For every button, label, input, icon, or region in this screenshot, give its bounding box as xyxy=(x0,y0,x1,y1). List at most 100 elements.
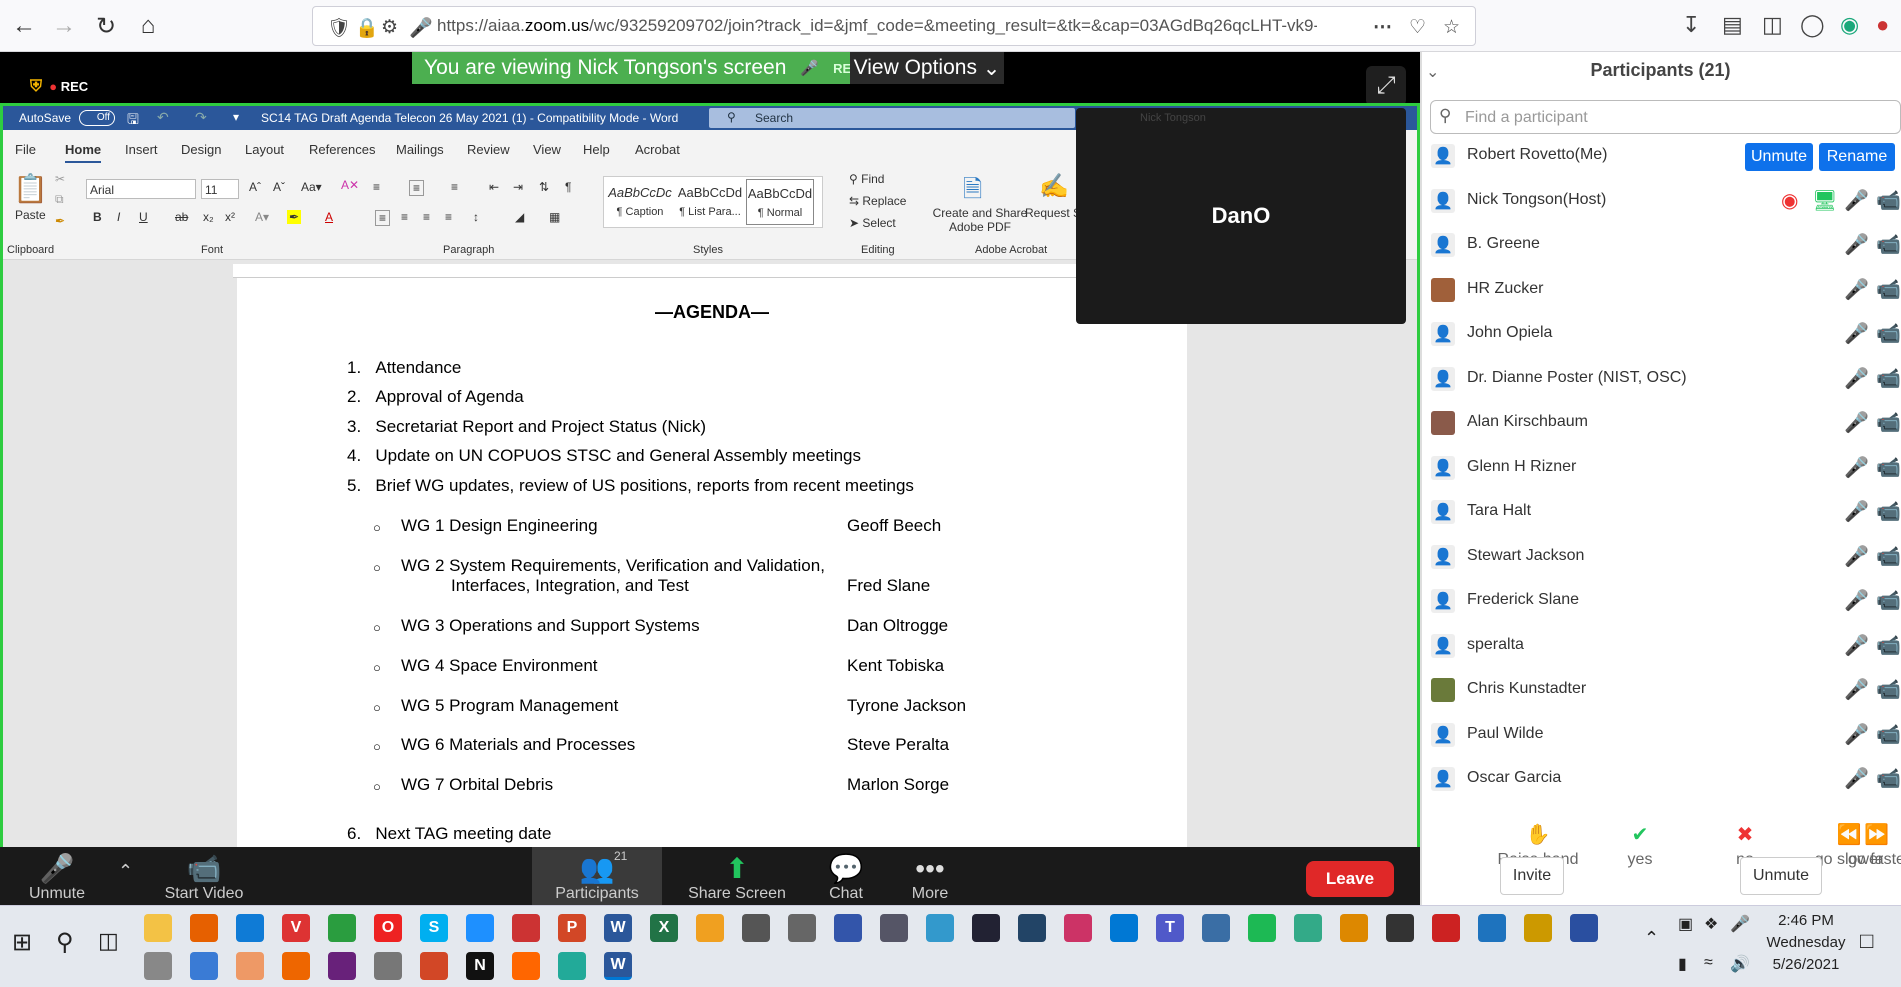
participant-row[interactable]: 👤 Dr. Dianne Poster (NIST, OSC) 🎤 📹 xyxy=(1420,358,1901,400)
undo-icon[interactable]: ↶ xyxy=(157,109,169,126)
page-actions-icon[interactable]: ⋯ xyxy=(1373,16,1392,39)
app-icon[interactable] xyxy=(880,914,908,942)
multilevel-list-icon[interactable]: ≡ xyxy=(451,180,458,194)
participant-row[interactable]: 👤 B. Greene 🎤 📹 xyxy=(1420,224,1901,266)
back-icon[interactable]: ← xyxy=(6,8,42,44)
align-center-icon[interactable]: ≡ xyxy=(401,210,408,224)
app-icon[interactable] xyxy=(1340,914,1368,942)
wifi-icon[interactable]: ≈ xyxy=(1704,954,1713,972)
firefox-icon[interactable] xyxy=(190,914,218,942)
autosave-toggle[interactable]: Off xyxy=(79,110,115,126)
style-normal[interactable]: AaBbCcDd ¶ Normal xyxy=(746,179,814,225)
mail-icon[interactable] xyxy=(1110,914,1138,942)
participant-row[interactable]: 👤 Stewart Jackson 🎤 📹 xyxy=(1420,536,1901,578)
pilcrow-icon[interactable]: ¶ xyxy=(565,180,571,194)
more-button[interactable]: ••• More xyxy=(900,847,960,905)
decrease-indent-icon[interactable]: ⇤ xyxy=(489,180,499,194)
app-icon[interactable] xyxy=(926,914,954,942)
muted-mic-icon[interactable]: 🎤 xyxy=(1844,232,1869,257)
invite-button[interactable]: Invite xyxy=(1500,857,1564,895)
app-icon[interactable] xyxy=(144,952,172,980)
dropbox-icon[interactable]: ❖ xyxy=(1704,914,1718,934)
sidebar-icon[interactable]: ◫ xyxy=(1762,12,1783,38)
view-options-button[interactable]: View Options ⌄ xyxy=(850,52,1004,84)
underline-icon[interactable]: U xyxy=(139,210,148,224)
font-color-icon[interactable]: A xyxy=(325,210,333,224)
search-icon[interactable]: ⚲ xyxy=(56,928,74,957)
tab-acrobat[interactable]: Acrobat xyxy=(635,142,680,157)
app-icon[interactable] xyxy=(420,952,448,980)
subscript-icon[interactable]: x₂ xyxy=(203,210,214,224)
app-icon[interactable] xyxy=(1386,914,1414,942)
participant-row[interactable]: 👤 speralta 🎤 📹 xyxy=(1420,625,1901,667)
participant-row[interactable]: 👤 Glenn H Rizner 🎤 📹 xyxy=(1420,447,1901,489)
font-name-select[interactable]: Arial xyxy=(86,179,196,199)
document-page[interactable]: —AGENDA— 1. Attendance 2. Approval of Ag… xyxy=(237,278,1187,847)
clear-format-icon[interactable]: A✕ xyxy=(341,178,359,192)
italic-icon[interactable]: I xyxy=(117,210,120,224)
library-icon[interactable]: ▤ xyxy=(1722,12,1743,38)
edge-icon[interactable] xyxy=(236,914,264,942)
reload-icon[interactable]: ↻ xyxy=(88,8,124,44)
app-icon[interactable] xyxy=(512,914,540,942)
justify-icon[interactable]: ≡ xyxy=(445,210,452,224)
participant-row[interactable]: 👤 Tara Halt 🎤 📹 xyxy=(1420,491,1901,533)
muted-mic-icon[interactable]: 🎤 xyxy=(1844,722,1869,747)
line-spacing-icon[interactable]: ↕ xyxy=(473,210,479,224)
skype-icon[interactable]: S xyxy=(420,914,448,942)
style-caption[interactable]: AaBbCcDc ¶ Caption xyxy=(606,179,674,225)
copy-icon[interactable]: ⧉ xyxy=(55,192,64,207)
bookmark-star-icon[interactable]: ☆ xyxy=(1443,16,1460,39)
start-video-button[interactable]: 📹 Start Video xyxy=(154,847,254,905)
participant-row[interactable]: HR Zucker 🎤 📹 xyxy=(1420,269,1901,311)
go-faster-item[interactable]: ⏩ go faster xyxy=(1848,822,1901,869)
word-active-icon[interactable]: W xyxy=(604,952,632,980)
participant-row[interactable]: 👤 John Opiela 🎤 📹 xyxy=(1420,313,1901,355)
tab-view[interactable]: View xyxy=(533,142,561,157)
numbering-icon[interactable]: ≡ xyxy=(409,180,425,196)
app-icon[interactable] xyxy=(190,952,218,980)
app-icon[interactable] xyxy=(1018,914,1046,942)
app-icon[interactable] xyxy=(282,952,310,980)
bold-icon[interactable]: B xyxy=(93,210,102,224)
tab-file[interactable]: File xyxy=(15,142,36,157)
excel-icon[interactable]: X xyxy=(650,914,678,942)
participant-row[interactable]: Chris Kunstadter 🎤 📹 xyxy=(1420,669,1901,711)
rename-button[interactable]: Rename xyxy=(1819,143,1895,171)
home-icon[interactable]: ⌂ xyxy=(130,8,166,44)
muted-mic-icon[interactable]: 🎤 xyxy=(1844,366,1869,391)
notifications-icon[interactable]: □ xyxy=(1860,928,1873,954)
replace-icon[interactable]: ⇆ Replace xyxy=(849,194,906,208)
change-case-icon[interactable]: Aa▾ xyxy=(301,180,322,194)
app-icon[interactable] xyxy=(1524,914,1552,942)
participant-row[interactable]: 👤 Oscar Garcia 🎤 📹 xyxy=(1420,758,1901,800)
windows-start-icon[interactable]: ⊞ xyxy=(12,928,32,957)
vivaldi-icon[interactable]: V xyxy=(282,914,310,942)
paste-icon[interactable]: 📋 xyxy=(13,172,48,205)
app-icon[interactable] xyxy=(834,914,862,942)
unmute-button[interactable]: 🎤 Unmute xyxy=(22,847,92,905)
muted-mic-icon[interactable]: 🎤 xyxy=(1844,677,1869,702)
opera-icon[interactable]: O xyxy=(374,914,402,942)
customize-qat-icon[interactable]: ▾ xyxy=(233,110,239,124)
audio-options-chevron-icon[interactable]: ⌃ xyxy=(118,861,133,882)
app-icon[interactable] xyxy=(1064,914,1092,942)
tab-design[interactable]: Design xyxy=(181,142,221,157)
participant-row[interactable]: 👤 Nick Tongson(Host) ◉ 🖥 🎤 📹 xyxy=(1420,180,1901,222)
media-player-icon[interactable] xyxy=(696,914,724,942)
maps-icon[interactable] xyxy=(1294,914,1322,942)
permissions-icon[interactable]: ⚙ xyxy=(381,16,398,39)
microphone-icon[interactable]: 🎤 xyxy=(409,16,433,40)
participant-row[interactable]: 👤 Robert Rovetto(Me) Unmute Rename xyxy=(1420,135,1901,177)
app-icon[interactable] xyxy=(1432,914,1460,942)
participant-row[interactable]: Alan Kirschbaum 🎤 📹 xyxy=(1420,402,1901,444)
shrink-font-icon[interactable]: Aˇ xyxy=(273,180,285,194)
redo-icon[interactable]: ↷ xyxy=(195,109,207,126)
muted-mic-icon[interactable]: 🎤 xyxy=(1844,277,1869,302)
tab-references[interactable]: References xyxy=(309,142,375,157)
word-search-box[interactable]: ⚲ Search xyxy=(709,108,1075,128)
superscript-icon[interactable]: x² xyxy=(225,210,235,224)
text-effects-icon[interactable]: A▾ xyxy=(255,210,269,224)
muted-mic-icon[interactable]: 🎤 xyxy=(1844,766,1869,791)
powerpoint-icon[interactable]: P xyxy=(558,914,586,942)
